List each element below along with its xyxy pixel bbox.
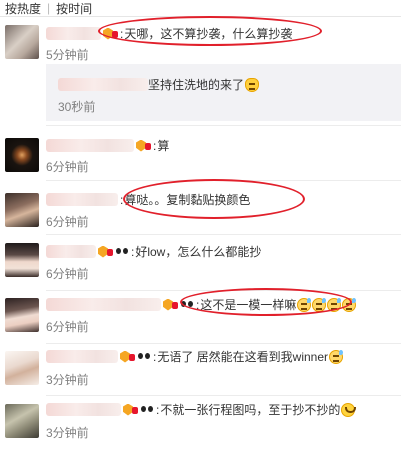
comment-text: 无语了 居然能在这看到我winner	[157, 350, 329, 364]
comment-time: 3分钟前	[46, 373, 89, 387]
divider	[46, 290, 401, 291]
sweat-emoji-icon	[297, 297, 312, 312]
divider	[0, 16, 401, 17]
reply-time: 30秒前	[58, 100, 96, 114]
username-blurred[interactable]	[46, 193, 118, 206]
username-blurred[interactable]	[46, 350, 118, 363]
sort-bar: 按热度 | 按时间	[0, 0, 401, 16]
panda-icon	[180, 299, 194, 311]
comment-item: : 算哒。。复制黏贴换颜色 6分钟前	[0, 179, 401, 235]
vip-badge-icon	[98, 246, 113, 258]
panda-icon	[137, 351, 151, 363]
username-blurred[interactable]	[46, 139, 134, 152]
comment-time: 3分钟前	[46, 426, 89, 440]
username-blurred[interactable]	[46, 403, 121, 416]
divider	[46, 125, 401, 126]
vip-badge-icon	[136, 140, 151, 152]
sort-by-hot-tab[interactable]: 按热度	[5, 0, 41, 17]
avatar[interactable]	[5, 25, 39, 59]
comment-item: : 不就一张行程图吗，至于抄不抄的 3分钟前	[0, 398, 401, 455]
sweat-emoji-icon	[327, 297, 342, 312]
comment-time: 6分钟前	[46, 267, 89, 281]
divider	[46, 343, 401, 344]
avatar[interactable]	[5, 298, 39, 332]
username-blurred[interactable]	[58, 78, 148, 91]
comment-text: 算	[157, 139, 170, 153]
avatar[interactable]	[5, 138, 39, 172]
sweat-emoji-icon	[329, 349, 344, 364]
sweat-emoji-icon	[342, 297, 357, 312]
username-blurred[interactable]	[46, 298, 161, 311]
comment-time: 6分钟前	[46, 160, 89, 174]
sweat-emoji-icon	[312, 297, 327, 312]
comment-time: 5分钟前	[46, 48, 89, 62]
comment-text: 好low，怎么什么都能抄	[135, 245, 262, 259]
divider	[46, 180, 401, 181]
vip-badge-icon	[163, 299, 178, 311]
avatar[interactable]	[5, 351, 39, 385]
comment-item: : 好low，怎么什么都能抄 6分钟前	[0, 238, 401, 290]
comment-time: 6分钟前	[46, 215, 89, 229]
vip-badge-icon	[120, 351, 135, 363]
panda-icon	[115, 246, 129, 258]
comment-time: 6分钟前	[46, 320, 89, 334]
comment-text: 算哒。。复制黏贴换颜色	[124, 193, 251, 207]
divider	[46, 234, 401, 235]
sort-by-time-tab[interactable]: 按时间	[56, 0, 92, 17]
panda-icon	[140, 404, 154, 416]
username-blurred[interactable]	[46, 27, 101, 40]
comment-item: : 天哪，这不算抄袭，什么算抄袭 5分钟前 坚持住洗地的来了 30秒前	[0, 16, 401, 128]
comment-text: 不就一张行程图吗，至于抄不抄的	[160, 403, 341, 417]
reply-box: 坚持住洗地的来了 30秒前	[46, 64, 401, 121]
divider	[46, 395, 401, 396]
comment-text: 天哪，这不算抄袭，什么算抄袭	[124, 27, 293, 41]
sort-separator: |	[47, 1, 51, 15]
username-blurred[interactable]	[46, 245, 96, 258]
reply-text: 坚持住洗地的来了	[148, 78, 245, 92]
comment-text: 这不是一模一样嘛	[200, 298, 297, 312]
cat-emoji-icon	[245, 77, 260, 92]
vip-badge-icon	[103, 28, 118, 40]
smile-emoji-icon	[341, 402, 357, 417]
comment-item: : 这不是一模一样嘛 6分钟前	[0, 288, 401, 345]
comment-item: : 算 6分钟前	[0, 130, 401, 180]
comment-item: : 无语了 居然能在这看到我winner 3分钟前	[0, 345, 401, 397]
avatar[interactable]	[5, 243, 39, 277]
vip-badge-icon	[123, 404, 138, 416]
avatar[interactable]	[5, 193, 39, 227]
avatar[interactable]	[5, 404, 39, 438]
